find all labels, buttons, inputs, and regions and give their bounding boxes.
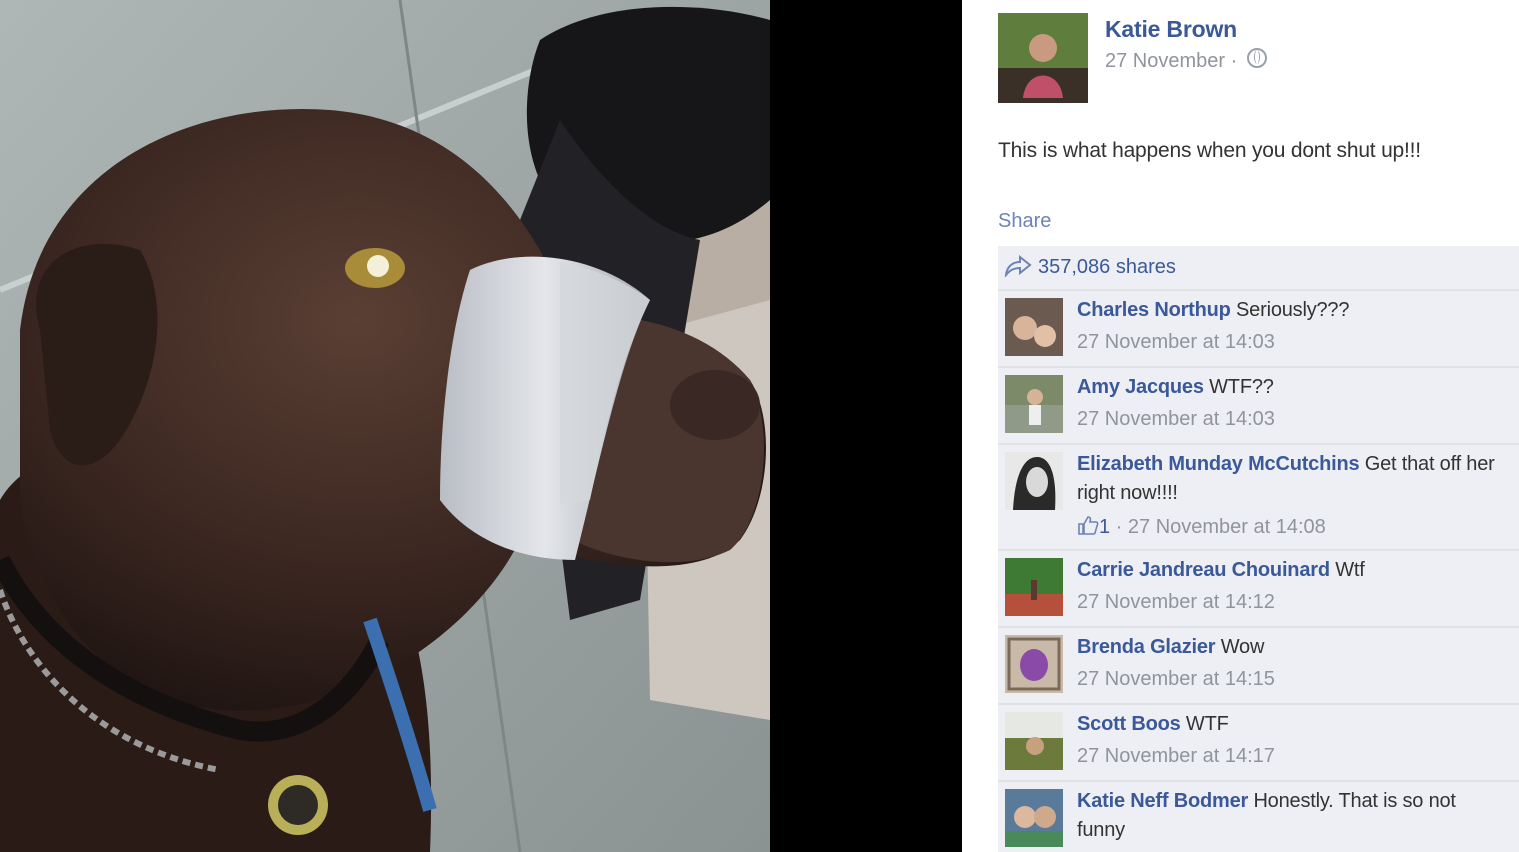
commenter-avatar[interactable] <box>1005 558 1063 616</box>
comment-item: Scott Boos WTF 27 November at 14:17 <box>998 705 1519 782</box>
post-date[interactable]: 27 November <box>1105 50 1225 72</box>
commenter-avatar[interactable] <box>1005 375 1063 433</box>
comment-item: Katie Neff Bodmer Honestly. That is so n… <box>998 782 1519 852</box>
comment-item: Brenda Glazier Wow 27 November at 14:15 <box>998 628 1519 705</box>
meta-separator: · <box>1110 516 1128 538</box>
commenter-name[interactable]: Elizabeth Munday McCutchins <box>1077 453 1360 475</box>
globe-icon <box>1246 48 1267 68</box>
comment-text: Wow <box>1220 636 1265 658</box>
comment-body: Charles Northup Seriously??? <box>1077 299 1349 322</box>
comment-text: Seriously??? <box>1236 299 1350 321</box>
commenter-avatar-image <box>1005 712 1063 770</box>
shares-row[interactable]: 357,086 shares <box>998 246 1519 291</box>
comment-text-continued: funny <box>1077 819 1125 841</box>
comments-section: 357,086 shares Charles Northup Seriously… <box>998 246 1519 852</box>
commenter-avatar[interactable] <box>1005 789 1063 847</box>
comment-text: Honestly. That is so not <box>1253 790 1456 812</box>
commenter-avatar[interactable] <box>1005 298 1063 356</box>
commenter-name[interactable]: Brenda Glazier <box>1077 636 1216 658</box>
comment-body: Scott Boos WTF <box>1077 713 1229 736</box>
post-details-panel: Katie Brown 27 November · This is what h… <box>962 0 1519 852</box>
like-count[interactable]: 1 <box>1099 516 1110 538</box>
comment-item: Charles Northup Seriously??? 27 November… <box>998 291 1519 368</box>
meta-separator: · <box>1225 50 1243 72</box>
photo-viewer-background <box>770 0 962 852</box>
comment-timestamp[interactable]: 27 November at 14:17 <box>1077 745 1275 768</box>
comment-timestamp[interactable]: 27 November at 14:03 <box>1077 408 1275 431</box>
comment-body: Amy Jacques WTF?? <box>1077 376 1274 399</box>
comment-timestamp[interactable]: 27 November at 14:08 <box>1128 516 1326 538</box>
commenter-name[interactable]: Katie Neff Bodmer <box>1077 790 1248 812</box>
comment-body: Katie Neff Bodmer Honestly. That is so n… <box>1077 790 1456 813</box>
share-link[interactable]: Share <box>998 210 1051 233</box>
commenter-name[interactable]: Scott Boos <box>1077 713 1181 735</box>
commenter-avatar-image <box>1005 635 1063 693</box>
post-photo[interactable] <box>0 0 770 852</box>
commenter-name[interactable]: Carrie Jandreau Chouinard <box>1077 559 1330 581</box>
comment-timestamp[interactable]: 27 November at 14:12 <box>1077 591 1275 614</box>
commenter-name[interactable]: Charles Northup <box>1077 299 1231 321</box>
comment-text: WTF?? <box>1209 376 1274 398</box>
comment-item: Amy Jacques WTF?? 27 November at 14:03 <box>998 368 1519 445</box>
commenter-avatar-image <box>1005 298 1063 356</box>
comment-text-continued: right now!!!! <box>1077 482 1178 504</box>
dog-photo-image <box>0 0 770 852</box>
commenter-avatar-image <box>1005 558 1063 616</box>
thumbs-up-icon[interactable] <box>1077 514 1099 536</box>
commenter-avatar[interactable] <box>1005 452 1063 510</box>
post-author-name[interactable]: Katie Brown <box>1105 16 1237 43</box>
comment-body: Brenda Glazier Wow <box>1077 636 1264 659</box>
post-text: This is what happens when you dont shut … <box>998 139 1421 162</box>
comment-timestamp[interactable]: 27 November at 14:15 <box>1077 668 1275 691</box>
commenter-name[interactable]: Amy Jacques <box>1077 376 1204 398</box>
comment-item: Carrie Jandreau Chouinard Wtf 27 Novembe… <box>998 551 1519 628</box>
commenter-avatar-image <box>1005 452 1063 510</box>
commenter-avatar[interactable] <box>1005 712 1063 770</box>
comment-body: Carrie Jandreau Chouinard Wtf <box>1077 559 1365 582</box>
post-meta: 27 November · <box>1105 48 1267 73</box>
commenter-avatar-image <box>1005 789 1063 847</box>
commenter-avatar-image <box>1005 375 1063 433</box>
comment-timestamp[interactable]: 27 November at 14:03 <box>1077 331 1275 354</box>
share-count[interactable]: 357,086 shares <box>1038 256 1176 279</box>
author-avatar-image <box>998 13 1088 103</box>
comment-text: WTF <box>1185 713 1229 735</box>
comment-text: Get that off her <box>1364 453 1495 475</box>
comment-text: Wtf <box>1335 559 1365 581</box>
comment-meta: 1 · 27 November at 14:08 <box>1077 514 1326 539</box>
comment-body: Elizabeth Munday McCutchins Get that off… <box>1077 453 1495 476</box>
commenter-avatar[interactable] <box>1005 635 1063 693</box>
share-arrow-icon <box>1004 255 1032 277</box>
comment-item: Elizabeth Munday McCutchins Get that off… <box>998 445 1519 551</box>
author-avatar[interactable] <box>998 13 1088 103</box>
